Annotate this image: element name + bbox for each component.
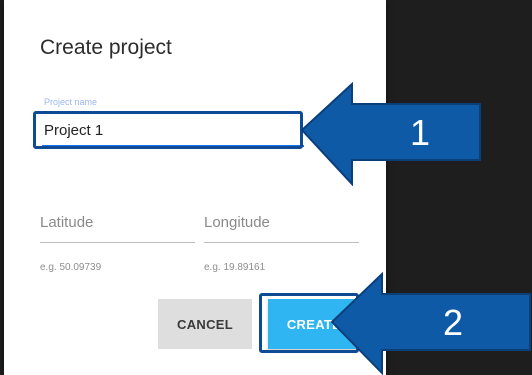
screen: Create project Project name Latitude e.g…: [0, 0, 532, 375]
project-name-label: Project name: [44, 97, 98, 107]
dialog-title: Create project: [40, 36, 172, 59]
cancel-button[interactable]: CANCEL: [158, 299, 252, 349]
longitude-hint: e.g. 19.89161: [204, 262, 266, 273]
callout-number-1: 1: [410, 112, 431, 153]
latitude-hint: e.g. 50.09739: [40, 262, 102, 273]
project-name-input[interactable]: [42, 121, 304, 139]
project-name-field[interactable]: [42, 115, 304, 147]
create-project-dialog: Create project Project name Latitude e.g…: [4, 0, 386, 375]
latitude-label: Latitude: [40, 214, 94, 231]
create-button[interactable]: CREATE: [268, 299, 360, 349]
longitude-label: Longitude: [204, 214, 270, 231]
latitude-field[interactable]: Latitude: [40, 210, 195, 243]
longitude-field[interactable]: Longitude: [204, 210, 359, 243]
callout-number-2: 2: [443, 302, 464, 343]
